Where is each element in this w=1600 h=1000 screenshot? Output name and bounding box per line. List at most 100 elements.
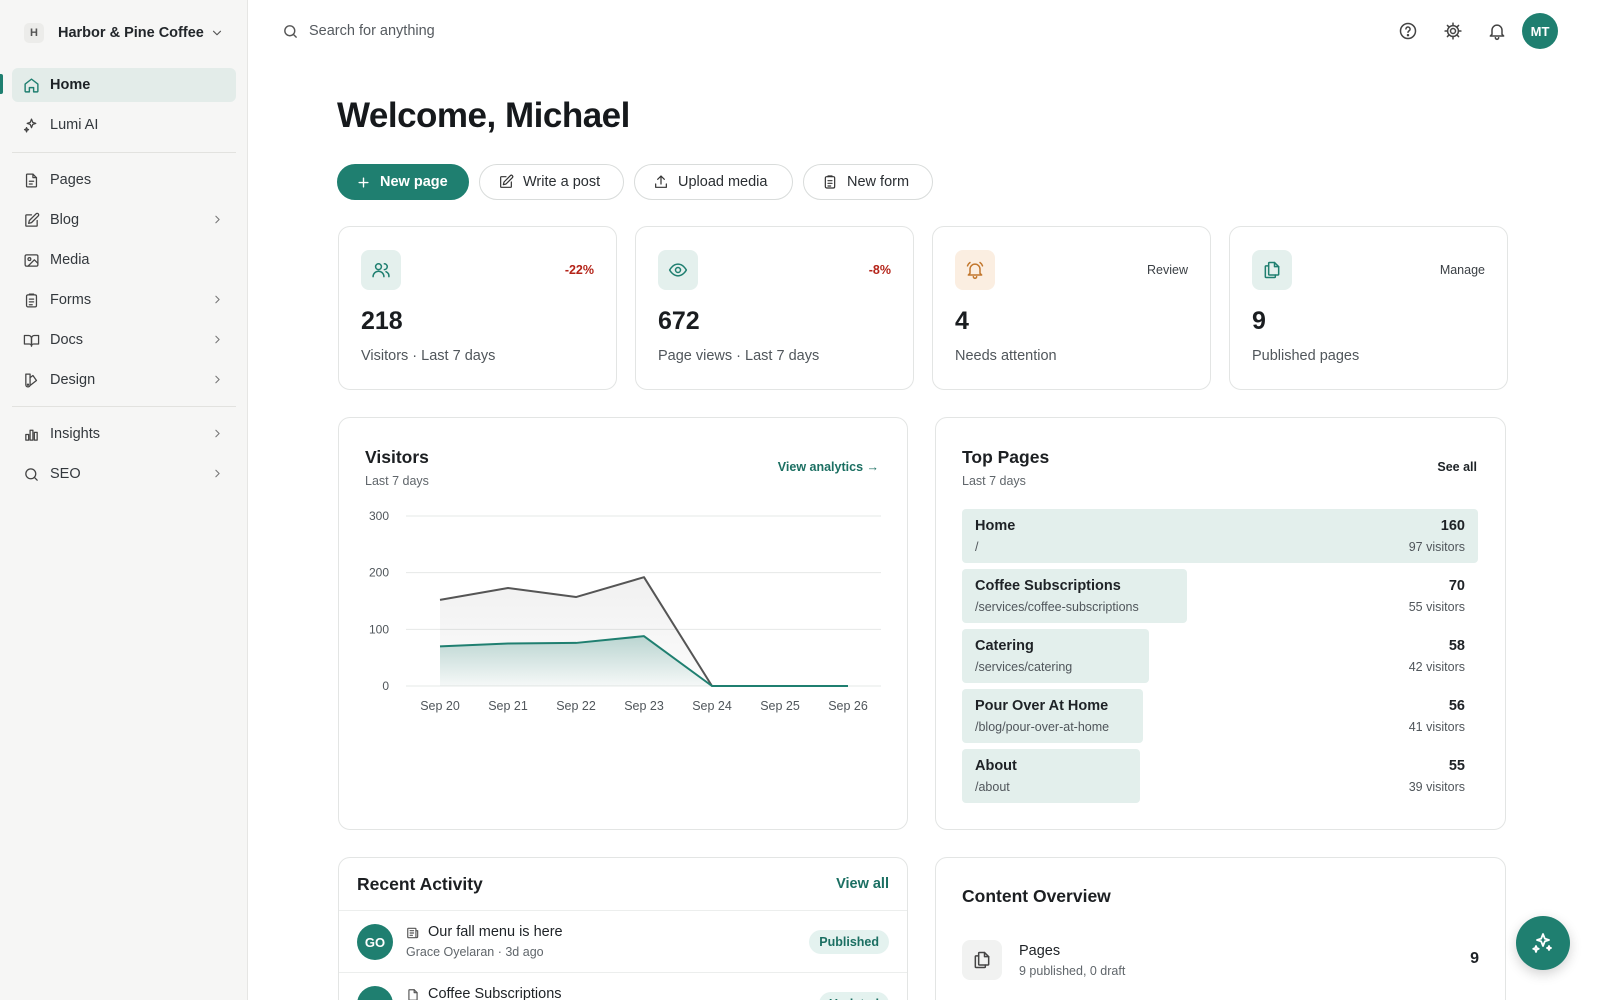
page-icon [408, 989, 418, 1000]
top-page-name: Pour Over At Home [975, 698, 1109, 714]
review-link[interactable]: Review [1147, 263, 1188, 277]
activity-row[interactable]: GO Our fall menu is here Grace Oyelaran … [339, 910, 907, 972]
content-overview-card: Content Overview Pages 9 published, 0 dr… [935, 857, 1506, 1000]
top-page-row[interactable]: Home / 160 97 visitors [962, 509, 1478, 563]
sidebar-item-forms[interactable]: Forms [12, 283, 236, 317]
chevron-right-icon [215, 295, 220, 304]
sidebar-item-insights[interactable]: Insights [12, 417, 236, 451]
stat-value: 672 [658, 307, 700, 335]
edit-icon [498, 174, 514, 190]
recent-activity-card: Recent Activity View all GO Our fall men… [338, 857, 908, 1000]
top-page-row[interactable]: About /about 55 39 visitors [962, 749, 1478, 803]
top-page-views: 56 [1448, 698, 1465, 714]
overview-count: 9 [1470, 950, 1479, 967]
page-title: Welcome, Michael [337, 96, 630, 135]
top-page-name: Catering [975, 638, 1034, 654]
top-page-path: /services/coffee-subscriptions [975, 600, 1139, 614]
stat-value: 218 [361, 307, 403, 335]
file-icon [22, 171, 40, 189]
edit-icon [22, 211, 40, 229]
search-bar[interactable] [282, 18, 682, 44]
user-avatar[interactable]: MT [1522, 13, 1558, 49]
activity-row[interactable]: MT Coffee Subscriptions Updated [339, 972, 907, 1000]
files-icon [962, 940, 1002, 980]
new-form-button[interactable]: New form [803, 164, 933, 200]
gear-icon[interactable] [1442, 20, 1464, 42]
sidebar-item-label: Lumi AI [50, 117, 99, 133]
clipboard-icon [22, 291, 40, 309]
sidebar-item-label: Blog [50, 212, 80, 228]
book-icon [22, 331, 40, 349]
plus-icon [356, 175, 371, 190]
workspace-switcher[interactable]: H Harbor & Pine Coffee [12, 18, 236, 48]
activity-author: Grace Oyelaran [406, 945, 495, 959]
chevron-right-icon [215, 215, 220, 224]
sidebar-item-label: Forms [50, 292, 92, 308]
sidebar-item-label: Insights [50, 426, 100, 442]
write-post-button[interactable]: Write a post [479, 164, 624, 200]
sidebar-item-label: SEO [50, 466, 81, 482]
search-input[interactable] [309, 23, 659, 39]
top-page-row[interactable]: Catering /services/catering 58 42 visito… [962, 629, 1478, 683]
bar-chart-icon [22, 425, 40, 443]
top-page-name: About [975, 758, 1017, 774]
sidebar-item-home[interactable]: Home [12, 68, 236, 102]
sidebar-item-label: Design [50, 372, 96, 388]
eye-icon [658, 250, 698, 290]
author-avatar: GO [357, 924, 393, 960]
stat-label: Published pages [1252, 348, 1360, 364]
upload-media-button[interactable]: Upload media [634, 164, 793, 200]
trend-badge: -8% [868, 263, 891, 277]
view-all-link[interactable]: View all [836, 876, 889, 892]
see-all-link[interactable]: See all [1437, 460, 1477, 474]
y-tick-label: 0 [382, 679, 389, 693]
workspace-name: Harbor & Pine Coffee [58, 25, 204, 41]
sidebar-item-seo[interactable]: SEO [12, 457, 236, 491]
top-page-views: 70 [1448, 578, 1465, 594]
active-indicator [0, 74, 3, 94]
activity-time: 3d ago [505, 945, 544, 959]
x-tick-label: Sep 26 [828, 699, 868, 713]
new-page-button[interactable]: New page [337, 164, 469, 200]
sidebar-divider [12, 406, 236, 407]
stat-card-needs-attention: Review 4 Needs attention [932, 226, 1211, 390]
new-form-label: New form [847, 174, 910, 190]
top-page-row[interactable]: Coffee Subscriptions /services/coffee-su… [962, 569, 1478, 623]
ai-assistant-button[interactable] [1516, 916, 1570, 970]
sidebar-item-media[interactable]: Media [12, 243, 236, 277]
x-tick-label: Sep 22 [556, 699, 596, 713]
stat-label: Visitors · Last 7 days [361, 348, 496, 364]
palette-icon [22, 371, 40, 389]
sidebar-item-docs[interactable]: Docs [12, 323, 236, 357]
sparkles-icon [1532, 933, 1552, 953]
recent-activity-title: Recent Activity [357, 874, 483, 894]
top-page-path: /services/catering [975, 660, 1073, 674]
search-icon [284, 24, 297, 38]
manage-link[interactable]: Manage [1440, 263, 1485, 277]
sidebar-item-label: Home [50, 77, 91, 93]
sidebar-item-design[interactable]: Design [12, 363, 236, 397]
sidebar-item-blog[interactable]: Blog [12, 203, 236, 237]
top-page-name: Home [975, 518, 1016, 534]
activity-meta: Grace Oyelaran · 3d ago [406, 945, 544, 959]
trend-badge: -22% [564, 263, 594, 277]
top-pages-card: Top Pages Last 7 days See all Home / 160… [935, 417, 1506, 830]
author-avatar: MT [357, 986, 393, 1000]
sidebar-item-lumi-ai[interactable]: Lumi AI [12, 108, 236, 142]
top-page-name: Coffee Subscriptions [975, 578, 1121, 594]
overview-label: Pages [1019, 943, 1061, 959]
home-icon [22, 76, 40, 94]
activity-title: Coffee Subscriptions [428, 986, 562, 1000]
top-page-path: / [975, 540, 979, 554]
bell-icon[interactable] [1486, 20, 1508, 42]
top-page-row[interactable]: Pour Over At Home /blog/pour-over-at-hom… [962, 689, 1478, 743]
chevron-right-icon [215, 375, 220, 384]
overview-detail: 9 published, 0 draft [1019, 964, 1126, 978]
x-tick-label: Sep 25 [760, 699, 800, 713]
chevron-right-icon [215, 335, 220, 344]
status-badge: Published [809, 930, 889, 954]
sidebar: H Harbor & Pine Coffee Home Lumi AI Page… [0, 0, 248, 1000]
stat-label: Needs attention [955, 348, 1057, 364]
help-icon[interactable] [1397, 20, 1419, 42]
sidebar-item-pages[interactable]: Pages [12, 163, 236, 197]
